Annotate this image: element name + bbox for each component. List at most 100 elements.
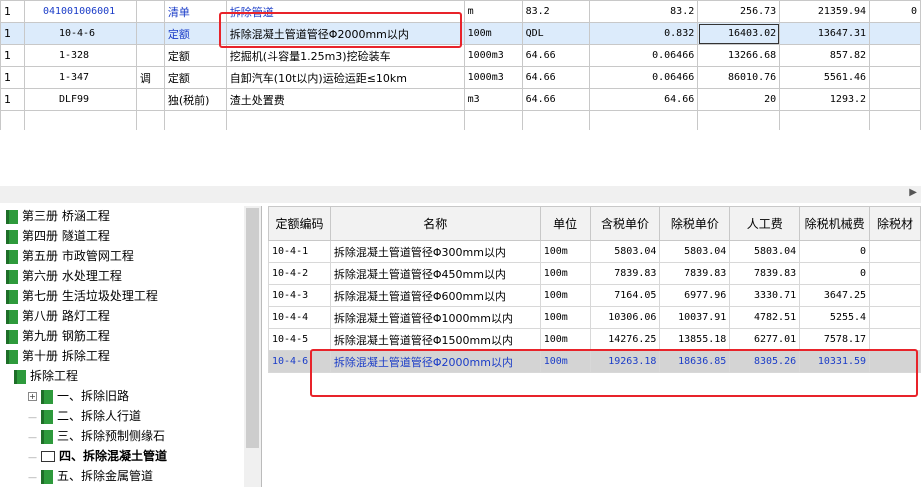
quota-cell-labor[interactable]: 7839.83 xyxy=(729,262,801,285)
bill-cell-c2[interactable]: 256.73 xyxy=(697,0,781,23)
quota-cell-labor[interactable]: 4782.51 xyxy=(729,306,801,329)
bill-cell-code[interactable]: 1-347 xyxy=(23,66,137,89)
quota-cell-tax_price[interactable]: 7839.83 xyxy=(589,262,661,285)
bill-cell-name[interactable]: 拆除管道 xyxy=(225,0,465,23)
quota-cell-material[interactable] xyxy=(869,284,921,307)
quota-cell-material[interactable] xyxy=(869,306,921,329)
bill-cell-name[interactable]: 自卸汽车(10t以内)运硷运距≤10km xyxy=(225,66,465,89)
bill-cell-type[interactable]: 清单 xyxy=(163,0,227,23)
quota-cell-tax_price[interactable]: 19263.18 xyxy=(589,350,661,373)
tree-node[interactable]: — 二、拆除人行道 xyxy=(28,406,141,426)
quota-cell-notax_price[interactable]: 18636.85 xyxy=(659,350,731,373)
quota-cell-name[interactable]: 拆除混凝土管道管径Φ300mm以内 xyxy=(329,240,541,263)
quota-cell-machine[interactable]: 3647.25 xyxy=(799,284,871,307)
quota-cell-tax_price[interactable]: 10306.06 xyxy=(589,306,661,329)
bill-cell-no[interactable]: 1 xyxy=(0,88,25,111)
bill-cell-c1[interactable]: 0.832 xyxy=(589,22,699,45)
quota-cell-unit[interactable]: 100m xyxy=(539,262,591,285)
quota-cell-code[interactable]: 10-4-1 xyxy=(268,240,331,263)
quota-cell-notax_price[interactable]: 7839.83 xyxy=(659,262,731,285)
bill-row[interactable]: 1 10-4-6 定额 拆除混凝土管道管径Φ2000mm以内 100m QDL 0.832 1… xyxy=(0,22,921,45)
quota-cell-name[interactable]: 拆除混凝土管道管径Φ450mm以内 xyxy=(329,262,541,285)
bill-cell-c4[interactable]: 0 xyxy=(869,0,921,23)
bill-cell-c1[interactable]: 0.06466 xyxy=(589,66,699,89)
bill-cell-type[interactable]: 定额 xyxy=(163,66,227,89)
quota-cell-machine[interactable]: 0 xyxy=(799,240,871,263)
expand-icon[interactable]: + xyxy=(28,392,37,401)
quota-cell-notax_price[interactable]: 5803.04 xyxy=(659,240,731,263)
bill-cell-no[interactable]: 1 xyxy=(0,44,25,67)
tree-node[interactable]: 第四册 隧道工程 xyxy=(6,226,110,246)
tree-node[interactable]: 第三册 桥涵工程 xyxy=(6,206,110,226)
quota-cell-machine[interactable]: 5255.4 xyxy=(799,306,871,329)
quota-cell-machine[interactable]: 0 xyxy=(799,262,871,285)
quota-cell-code[interactable]: 10-4-6 xyxy=(268,350,331,373)
bill-cell-tiao[interactable]: 调 xyxy=(135,66,165,89)
bill-cell-code[interactable]: DLF99 xyxy=(23,88,137,111)
bill-row[interactable]: 1 041001006001 清单 拆除管道 m 83.2 83.2 256.73 21359.… xyxy=(0,0,921,23)
quota-cell-material[interactable] xyxy=(869,262,921,285)
quota-cell-unit[interactable]: 100m xyxy=(539,306,591,329)
column-header[interactable]: 除税材 xyxy=(869,206,921,241)
quota-cell-tax_price[interactable]: 5803.04 xyxy=(589,240,661,263)
bill-cell-unit[interactable]: 1000m3 xyxy=(463,66,523,89)
bill-cell-qty[interactable]: 64.66 xyxy=(521,66,591,89)
quota-row[interactable]: 10-4-4 拆除混凝土管道管径Φ1000mm以内 100m 10306.06 1003… xyxy=(268,306,921,329)
bill-cell-c2[interactable]: 20 xyxy=(697,88,781,111)
bill-cell-c2[interactable]: 13266.68 xyxy=(697,44,781,67)
bill-cell-code[interactable]: 10-4-6 xyxy=(23,22,137,45)
tree-node[interactable]: 拆除工程 xyxy=(14,366,78,386)
quota-row[interactable]: 10-4-1 拆除混凝土管道管径Φ300mm以内 100m 5803.04 5803.0… xyxy=(268,240,921,263)
tree-node[interactable]: 第六册 水处理工程 xyxy=(6,266,122,286)
bill-cell-name[interactable]: 挖掘机(斗容量1.25m3)挖硷装车 xyxy=(225,44,465,67)
bill-cell-type[interactable]: 定额 xyxy=(163,44,227,67)
quota-cell-unit[interactable]: 100m xyxy=(539,350,591,373)
tree-node[interactable]: 第九册 钢筋工程 xyxy=(6,326,110,346)
bill-cell-c4[interactable] xyxy=(869,66,921,89)
bill-cell-qty[interactable]: 64.66 xyxy=(521,44,591,67)
bill-cell-c2[interactable]: 86010.76 xyxy=(697,66,781,89)
bill-cell-tiao[interactable] xyxy=(135,22,165,45)
bill-cell-c3[interactable]: 5561.46 xyxy=(779,66,871,89)
quota-cell-code[interactable]: 10-4-2 xyxy=(268,262,331,285)
bill-cell-type[interactable]: 定额 xyxy=(163,22,227,45)
quota-cell-material[interactable] xyxy=(869,350,921,373)
bill-cell-c4[interactable] xyxy=(869,22,921,45)
quota-cell-unit[interactable]: 100m xyxy=(539,284,591,307)
bill-cell-type[interactable]: 独(税前) xyxy=(163,88,227,111)
tree-node[interactable]: 第十册 拆除工程 xyxy=(6,346,110,366)
bill-cell-c3[interactable]: 1293.2 xyxy=(779,88,871,111)
bill-cell-unit[interactable]: m xyxy=(463,0,523,23)
quota-cell-material[interactable] xyxy=(869,328,921,351)
bill-cell-c1[interactable]: 83.2 xyxy=(589,0,699,23)
bill-row[interactable]: 1 DLF99 独(税前) 渣土处置费 m3 64.66 64.66 20 1293.2 xyxy=(0,88,921,111)
bill-cell-c2[interactable]: 16403.02 xyxy=(697,22,781,45)
bill-cell-code[interactable]: 041001006001 xyxy=(23,0,137,23)
quota-cell-unit[interactable]: 100m xyxy=(539,328,591,351)
bill-cell-code[interactable]: 1-328 xyxy=(23,44,137,67)
quota-cell-name[interactable]: 拆除混凝土管道管径Φ600mm以内 xyxy=(329,284,541,307)
column-header[interactable]: 含税单价 xyxy=(589,206,661,241)
bill-cell-c3[interactable]: 857.82 xyxy=(779,44,871,67)
bill-cell-c1[interactable]: 64.66 xyxy=(589,88,699,111)
bill-row[interactable]: 1 1-328 定额 挖掘机(斗容量1.25m3)挖硷装车 1000m3 64.66 0.0… xyxy=(0,44,921,67)
bill-cell-unit[interactable]: m3 xyxy=(463,88,523,111)
bill-cell-qty[interactable]: QDL xyxy=(521,22,591,45)
quota-cell-labor[interactable]: 3330.71 xyxy=(729,284,801,307)
bill-cell-tiao[interactable] xyxy=(135,44,165,67)
quota-cell-name[interactable]: 拆除混凝土管道管径Φ1500mm以内 xyxy=(329,328,541,351)
quota-cell-name[interactable]: 拆除混凝土管道管径Φ2000mm以内 xyxy=(329,350,541,373)
quota-cell-machine[interactable]: 7578.17 xyxy=(799,328,871,351)
tree-node[interactable]: — 五、拆除金属管道 xyxy=(28,466,153,486)
quota-cell-machine[interactable]: 10331.59 xyxy=(799,350,871,373)
quota-row[interactable]: 10-4-3 拆除混凝土管道管径Φ600mm以内 100m 7164.05 6977.9… xyxy=(268,284,921,307)
quota-cell-unit[interactable]: 100m xyxy=(539,240,591,263)
tree-node[interactable]: 第五册 市政管网工程 xyxy=(6,246,134,266)
bill-cell-c4[interactable] xyxy=(869,88,921,111)
bill-cell-tiao[interactable] xyxy=(135,0,165,23)
quota-cell-notax_price[interactable]: 10037.91 xyxy=(659,306,731,329)
scroll-right-icon[interactable]: ▶ xyxy=(909,187,917,198)
quota-cell-code[interactable]: 10-4-5 xyxy=(268,328,331,351)
tree-node[interactable]: 第七册 生活垃圾处理工程 xyxy=(6,286,158,306)
bill-cell-unit[interactable]: 100m xyxy=(463,22,523,45)
